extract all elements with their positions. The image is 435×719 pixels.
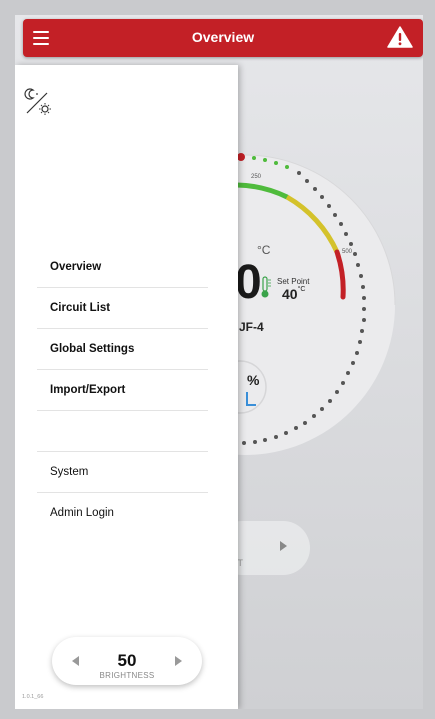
chevron-right-icon xyxy=(280,541,287,551)
set-point-value: 40°C xyxy=(282,286,306,302)
brightness-increase-icon[interactable] xyxy=(175,656,182,666)
app-version: 1.0.1_66 xyxy=(22,694,44,700)
output-percent: % xyxy=(247,372,260,388)
brightness-control: 50 BRIGHTNESS xyxy=(52,637,202,685)
gauge-tick-label: 500 xyxy=(342,249,353,255)
menu-item-circuit-list[interactable]: Circuit List xyxy=(37,288,208,329)
menu-item-system[interactable]: System xyxy=(37,452,208,493)
moon-sun-icon[interactable] xyxy=(23,85,57,119)
output-indicator xyxy=(246,404,256,406)
menu-divider xyxy=(37,411,208,452)
gauge-setpoint-marker xyxy=(237,153,245,161)
gauge-tick-label: 250 xyxy=(251,174,262,180)
warning-triangle-icon[interactable] xyxy=(387,25,413,49)
set-point-label: Set Point xyxy=(277,277,310,286)
set-point-unit: °C xyxy=(297,286,306,293)
page-title: Overview xyxy=(191,29,255,45)
menu-item-import-export[interactable]: Import/Export xyxy=(37,370,208,411)
app-frame: 250 500 0 °C Set Point 40°C JF-4 % IT Ov… xyxy=(15,15,423,709)
temperature-unit: °C xyxy=(257,243,271,257)
menu-item-global-settings[interactable]: Global Settings xyxy=(37,329,208,370)
current-temperature: 0 xyxy=(235,256,262,309)
navigation-drawer: Overview Circuit List Global Settings Im… xyxy=(15,65,238,709)
menu-item-overview[interactable]: Overview xyxy=(37,247,208,288)
drawer-menu: Overview Circuit List Global Settings Im… xyxy=(37,247,208,533)
menu-item-admin-login[interactable]: Admin Login xyxy=(37,493,208,533)
brightness-label: BRIGHTNESS xyxy=(99,671,155,680)
circuit-name: JF-4 xyxy=(239,320,264,334)
app-header: Overview xyxy=(23,19,423,57)
